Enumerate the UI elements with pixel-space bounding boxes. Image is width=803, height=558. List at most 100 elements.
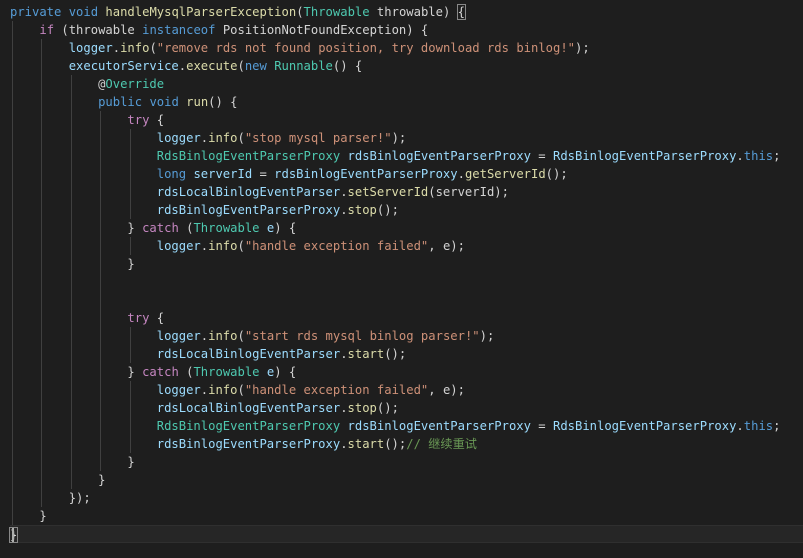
code-token: rdsBinlogEventParserProxy (347, 419, 531, 433)
code-token: Override (105, 77, 165, 91)
indent-guide (100, 417, 102, 435)
code-line[interactable]: rdsLocalBinlogEventParser.setServerId(se… (10, 183, 803, 201)
code-line[interactable]: public void run() { (10, 93, 803, 111)
code-line[interactable]: logger.info("start rds mysql binlog pars… (10, 327, 803, 345)
code-token: (); (376, 203, 399, 217)
indent-guide (100, 111, 102, 129)
code-line[interactable]: } (10, 255, 803, 273)
code-token: rdsBinlogEventParserProxy (274, 167, 458, 181)
code-line[interactable]: RdsBinlogEventParserProxy rdsBinlogEvent… (10, 147, 803, 165)
indent-guide (41, 291, 43, 309)
code-area[interactable]: private void handleMysqlParserException(… (8, 3, 803, 543)
indent-guide (129, 147, 131, 165)
indent-guide (41, 219, 43, 237)
code-line[interactable]: } (10, 471, 803, 489)
indent-guide (41, 435, 43, 453)
code-line[interactable]: rdsBinlogEventParserProxy.start();// 继续重… (10, 435, 803, 453)
code-line[interactable]: } catch (Throwable e) { (10, 219, 803, 237)
code-token: } (127, 221, 143, 235)
indent-guide (12, 219, 13, 237)
indent-guide (41, 147, 43, 165)
indent-guide (70, 201, 72, 219)
code-token: info (120, 41, 150, 55)
code-token: . (178, 59, 187, 73)
code-token: rdsBinlogEventParserProxy (156, 203, 341, 217)
code-token: info (208, 329, 238, 343)
code-line[interactable]: } (10, 507, 803, 525)
code-line[interactable]: } (10, 453, 803, 471)
code-line[interactable]: } catch (Throwable e) { (10, 363, 803, 381)
code-token: start (347, 437, 385, 451)
indent-guide (12, 327, 13, 345)
code-token: rdsBinlogEventParserProxy (347, 149, 531, 163)
code-line[interactable]: logger.info("handle exception failed", e… (10, 381, 803, 399)
code-token: ( (178, 365, 194, 379)
code-line[interactable]: } (8, 525, 803, 543)
indent-guide (70, 93, 72, 111)
code-token: try (127, 311, 150, 325)
code-line[interactable]: long serverId = rdsBinlogEventParserProx… (10, 165, 803, 183)
indent-guide (41, 327, 43, 345)
indent-guide (70, 453, 72, 471)
indent-guide (100, 201, 102, 219)
code-token: logger (156, 131, 201, 145)
indent-guide (41, 237, 43, 255)
indent-guide (12, 471, 13, 489)
code-line[interactable]: RdsBinlogEventParserProxy rdsBinlogEvent… (10, 417, 803, 435)
code-line[interactable]: logger.info("remove rds not found positi… (10, 39, 803, 57)
code-token: . (340, 203, 348, 217)
code-line[interactable] (10, 273, 803, 291)
text-cursor (12, 528, 14, 542)
indent-guide (100, 435, 102, 453)
code-line[interactable]: try { (10, 111, 803, 129)
code-token: "start rds mysql binlog parser!" (244, 329, 480, 343)
code-line[interactable]: rdsBinlogEventParserProxy.stop(); (10, 201, 803, 219)
code-line[interactable]: if (throwable instanceof PositionNotFoun… (10, 21, 803, 39)
code-token: if (39, 23, 55, 37)
code-line[interactable]: rdsLocalBinlogEventParser.start(); (10, 345, 803, 363)
code-line[interactable] (10, 291, 803, 309)
indent-guide (12, 255, 13, 273)
code-line[interactable]: executorService.execute(new Runnable() { (10, 57, 803, 75)
code-line[interactable]: logger.info("handle exception failed", e… (10, 237, 803, 255)
code-token: this (743, 149, 774, 163)
indent-guide (41, 471, 43, 489)
code-token: }); (68, 491, 91, 505)
indent-guide (12, 399, 13, 417)
indent-guide (100, 183, 102, 201)
code-token: setServerId (347, 185, 429, 199)
code-token: ( (237, 329, 245, 343)
code-line[interactable]: @Override (10, 75, 803, 93)
indent-guide (12, 201, 13, 219)
indent-guide (70, 273, 72, 291)
indent-guide (41, 129, 43, 147)
code-token: info (208, 383, 238, 397)
indent-guide (70, 381, 72, 399)
indent-guide (41, 309, 43, 327)
code-token: instanceof (142, 23, 216, 37)
code-line[interactable]: }); (10, 489, 803, 507)
code-line[interactable]: private void handleMysqlParserException(… (10, 3, 803, 21)
code-token: () { (332, 59, 363, 73)
code-editor[interactable]: private void handleMysqlParserException(… (0, 0, 803, 558)
code-token: long (156, 167, 187, 181)
code-line[interactable]: rdsLocalBinlogEventParser.stop(); (10, 399, 803, 417)
code-line[interactable]: try { (10, 309, 803, 327)
indent-guide (41, 399, 43, 417)
code-token: ); (391, 131, 407, 145)
code-token: . (457, 167, 465, 181)
code-line[interactable]: logger.info("stop mysql parser!"); (10, 129, 803, 147)
code-token: (); (384, 347, 407, 361)
code-token: = (530, 419, 553, 433)
code-token: private (10, 5, 62, 19)
indent-guide (70, 219, 72, 237)
code-token: this (743, 419, 774, 433)
indent-guide (12, 453, 13, 471)
indent-guide (12, 363, 13, 381)
